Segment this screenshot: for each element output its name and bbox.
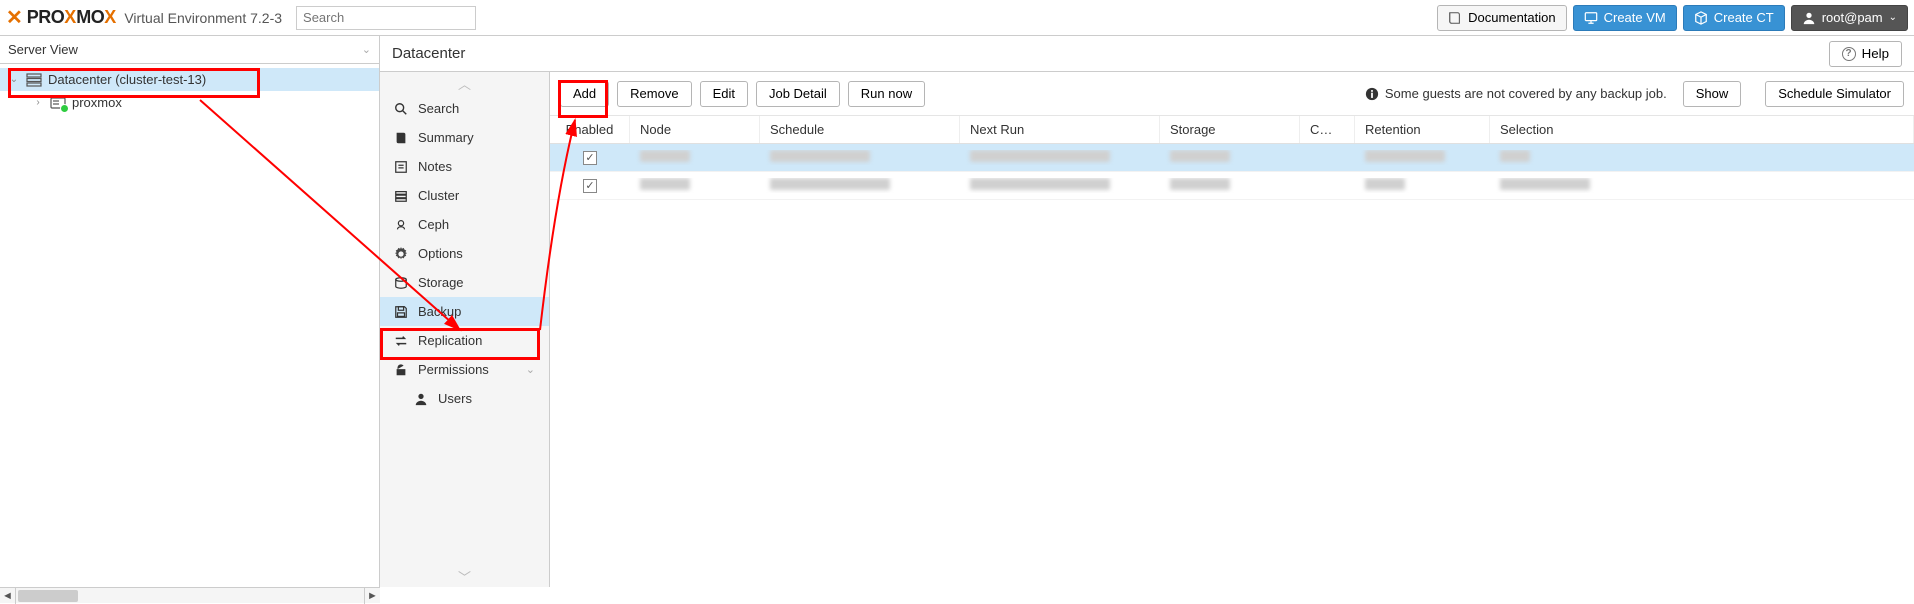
checkbox-checked-icon[interactable]: ✓ (583, 151, 597, 165)
scroll-up-arrow[interactable]: ︿ (380, 72, 549, 94)
tree-item-node[interactable]: › proxmox (0, 91, 379, 114)
user-menu-button[interactable]: root@pam ⌄ (1791, 5, 1908, 31)
backup-warning: Some guests are not covered by any backu… (1365, 86, 1667, 101)
backup-panel: Add Remove Edit Job Detail Run now Some … (550, 72, 1914, 587)
create-ct-button[interactable]: Create CT (1683, 5, 1785, 31)
gear-icon (394, 247, 408, 261)
menu-label: Search (418, 101, 459, 116)
node-icon (50, 96, 66, 110)
menu-item-replication[interactable]: Replication (380, 326, 549, 355)
book-icon (394, 131, 408, 145)
product-version: Virtual Environment 7.2-3 (124, 10, 282, 26)
menu-label: Permissions (418, 362, 489, 377)
menu-label: Replication (418, 333, 482, 348)
chevron-down-icon: ⌄ (526, 363, 535, 376)
documentation-button[interactable]: Documentation (1437, 5, 1566, 31)
scroll-left-arrow[interactable]: ◄ (0, 588, 16, 604)
info-icon (1365, 87, 1379, 101)
menu-item-ceph[interactable]: Ceph (380, 210, 549, 239)
edit-button[interactable]: Edit (700, 81, 748, 107)
table-row[interactable]: ✓ (550, 172, 1914, 200)
create-vm-button[interactable]: Create VM (1573, 5, 1677, 31)
help-icon: ? (1842, 47, 1856, 61)
col-retention[interactable]: Retention (1355, 116, 1490, 143)
search-icon (394, 102, 408, 116)
user-icon (414, 392, 428, 406)
menu-item-permissions[interactable]: Permissions ⌄ (380, 355, 549, 384)
global-search-input[interactable] (296, 6, 476, 30)
scroll-thumb[interactable] (18, 590, 78, 602)
exchange-icon (394, 334, 408, 348)
menu-item-backup[interactable]: Backup (380, 297, 549, 326)
cube-icon (1694, 11, 1708, 25)
help-button[interactable]: ? Help (1829, 41, 1902, 67)
menu-label: Ceph (418, 217, 449, 232)
resource-tree: ⌄ Datacenter (cluster-test-13) › proxmox (0, 64, 379, 587)
col-c[interactable]: C… (1300, 116, 1355, 143)
menu-item-users[interactable]: Users (380, 384, 549, 413)
run-now-button[interactable]: Run now (848, 81, 925, 107)
menu-item-notes[interactable]: Notes (380, 152, 549, 181)
backup-toolbar: Add Remove Edit Job Detail Run now Some … (550, 72, 1914, 116)
menu-item-summary[interactable]: Summary (380, 123, 549, 152)
note-icon (394, 160, 408, 174)
content-header: Datacenter ? Help (380, 36, 1914, 72)
status-ok-badge (60, 104, 69, 113)
backup-grid-header: Enabled Node Schedule Next Run Storage C… (550, 116, 1914, 144)
chevron-down-icon: ⌄ (1889, 12, 1897, 23)
menu-item-cluster[interactable]: Cluster (380, 181, 549, 210)
config-menu: ︿ Search Summary Notes (380, 72, 550, 587)
horizontal-scrollbar[interactable]: ◄ ► (0, 587, 380, 603)
tree-item-label: Datacenter (cluster-test-13) (48, 72, 206, 87)
col-enabled[interactable]: Enabled (550, 116, 630, 143)
warning-text: Some guests are not covered by any backu… (1385, 86, 1667, 101)
remove-button[interactable]: Remove (617, 81, 691, 107)
view-label: Server View (8, 42, 78, 57)
logo-x-icon: ✕ (6, 5, 23, 30)
backup-grid-body: ✓ ✓ (550, 144, 1914, 200)
chevron-down-icon: ⌄ (362, 43, 371, 56)
tree-item-label: proxmox (72, 95, 122, 110)
menu-label: Backup (418, 304, 461, 319)
datacenter-icon (26, 73, 42, 87)
scroll-down-arrow[interactable]: ﹀ (380, 565, 549, 587)
top-bar: ✕ PROXMOX Virtual Environment 7.2-3 Docu… (0, 0, 1914, 36)
menu-item-storage[interactable]: Storage (380, 268, 549, 297)
col-selection[interactable]: Selection (1490, 116, 1914, 143)
menu-item-search[interactable]: Search (380, 94, 549, 123)
menu-label: Users (438, 391, 472, 406)
add-button[interactable]: Add (560, 81, 609, 107)
tree-item-datacenter[interactable]: ⌄ Datacenter (cluster-test-13) (0, 68, 379, 91)
storage-icon (394, 276, 408, 290)
col-storage[interactable]: Storage (1160, 116, 1300, 143)
user-icon (1802, 11, 1816, 25)
chevron-down-icon[interactable]: ⌄ (8, 74, 20, 85)
unlock-icon (394, 363, 408, 377)
menu-label: Cluster (418, 188, 459, 203)
ceph-icon (394, 218, 408, 232)
col-node[interactable]: Node (630, 116, 760, 143)
page-title: Datacenter (392, 45, 465, 62)
col-next-run[interactable]: Next Run (960, 116, 1160, 143)
menu-label: Notes (418, 159, 452, 174)
menu-item-options[interactable]: Options (380, 239, 549, 268)
view-selector[interactable]: Server View ⌄ (0, 36, 379, 64)
cluster-icon (394, 189, 408, 203)
save-icon (394, 305, 408, 319)
monitor-icon (1584, 11, 1598, 25)
chevron-right-icon[interactable]: › (32, 97, 44, 108)
table-row[interactable]: ✓ (550, 144, 1914, 172)
resource-tree-panel: Server View ⌄ ⌄ Datacenter (cluster-test… (0, 36, 380, 587)
col-schedule[interactable]: Schedule (760, 116, 960, 143)
show-button[interactable]: Show (1683, 81, 1742, 107)
menu-label: Options (418, 246, 463, 261)
menu-label: Storage (418, 275, 464, 290)
menu-label: Summary (418, 130, 474, 145)
book-icon (1448, 11, 1462, 25)
checkbox-checked-icon[interactable]: ✓ (583, 179, 597, 193)
scroll-right-arrow[interactable]: ► (364, 588, 380, 604)
job-detail-button[interactable]: Job Detail (756, 81, 840, 107)
logo: ✕ PROXMOX (6, 5, 116, 30)
schedule-simulator-button[interactable]: Schedule Simulator (1765, 81, 1904, 107)
